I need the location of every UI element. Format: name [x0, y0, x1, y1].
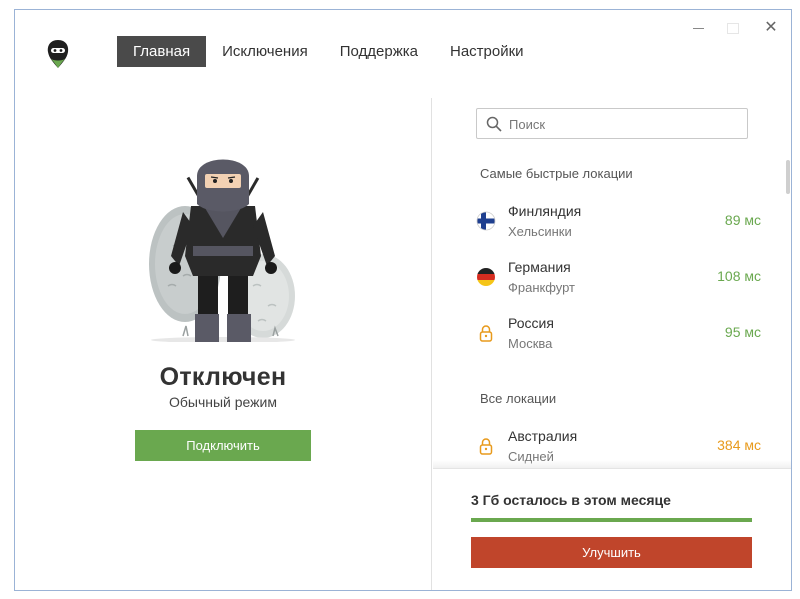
lock-icon	[479, 438, 493, 455]
close-icon[interactable]: ✕	[761, 18, 781, 38]
location-city: Хельсинки	[508, 224, 572, 239]
locations-scrollbar[interactable]	[786, 160, 790, 194]
ninja-logo-icon	[47, 40, 69, 68]
location-item-germany[interactable]: Германия Франкфурт 108 мс	[473, 258, 763, 302]
minimize-icon[interactable]	[689, 18, 709, 38]
search-box[interactable]	[476, 108, 748, 139]
panel-divider	[431, 98, 432, 590]
tab-support[interactable]: Поддержка	[324, 36, 434, 67]
maximize-icon[interactable]	[723, 18, 743, 38]
location-ping: 89 мс	[724, 212, 761, 228]
ninja-illustration	[149, 159, 295, 342]
main-nav: Главная Исключения Поддержка Настройки	[117, 36, 540, 67]
tab-home[interactable]: Главная	[117, 36, 207, 67]
location-item-russia[interactable]: Россия Москва 95 мс	[473, 314, 763, 358]
connect-button[interactable]: Подключить	[135, 430, 311, 461]
location-country: Россия	[508, 315, 554, 331]
location-city: Москва	[508, 336, 553, 351]
germany-flag-icon	[477, 268, 495, 286]
location-country: Германия	[508, 259, 571, 275]
finland-flag-icon	[476, 211, 496, 231]
location-country: Австралия	[508, 428, 578, 444]
tab-settings[interactable]: Настройки	[434, 36, 540, 67]
upgrade-button[interactable]: Улучшить	[471, 537, 752, 568]
location-country: Финляндия	[508, 203, 582, 219]
all-locations-title: Все локации	[480, 391, 557, 406]
location-ping: 384 мс	[717, 437, 761, 453]
tab-exclusions[interactable]: Исключения	[206, 36, 324, 67]
quota-progress-bar	[471, 518, 752, 522]
quota-progress-fill	[471, 518, 752, 522]
fastest-locations-title: Самые быстрые локации	[480, 166, 633, 181]
search-input[interactable]	[509, 113, 739, 135]
locations-list: Самые быстрые локации Финляндия Хельсинк…	[433, 150, 791, 468]
mode-label: Обычный режим	[169, 394, 277, 410]
quota-text: 3 Гб осталось в этом месяце	[471, 492, 671, 508]
search-icon	[486, 116, 502, 132]
app-window: ✕ Главная Исключения Поддержка Настройки	[14, 9, 792, 591]
lock-icon	[479, 325, 493, 342]
quota-panel	[433, 468, 791, 590]
location-ping: 95 мс	[724, 324, 761, 340]
location-city: Франкфурт	[508, 280, 576, 295]
connection-status: Отключен	[159, 363, 287, 391]
location-ping: 108 мс	[717, 268, 761, 284]
location-item-finland[interactable]: Финляндия Хельсинки 89 мс	[473, 202, 763, 246]
